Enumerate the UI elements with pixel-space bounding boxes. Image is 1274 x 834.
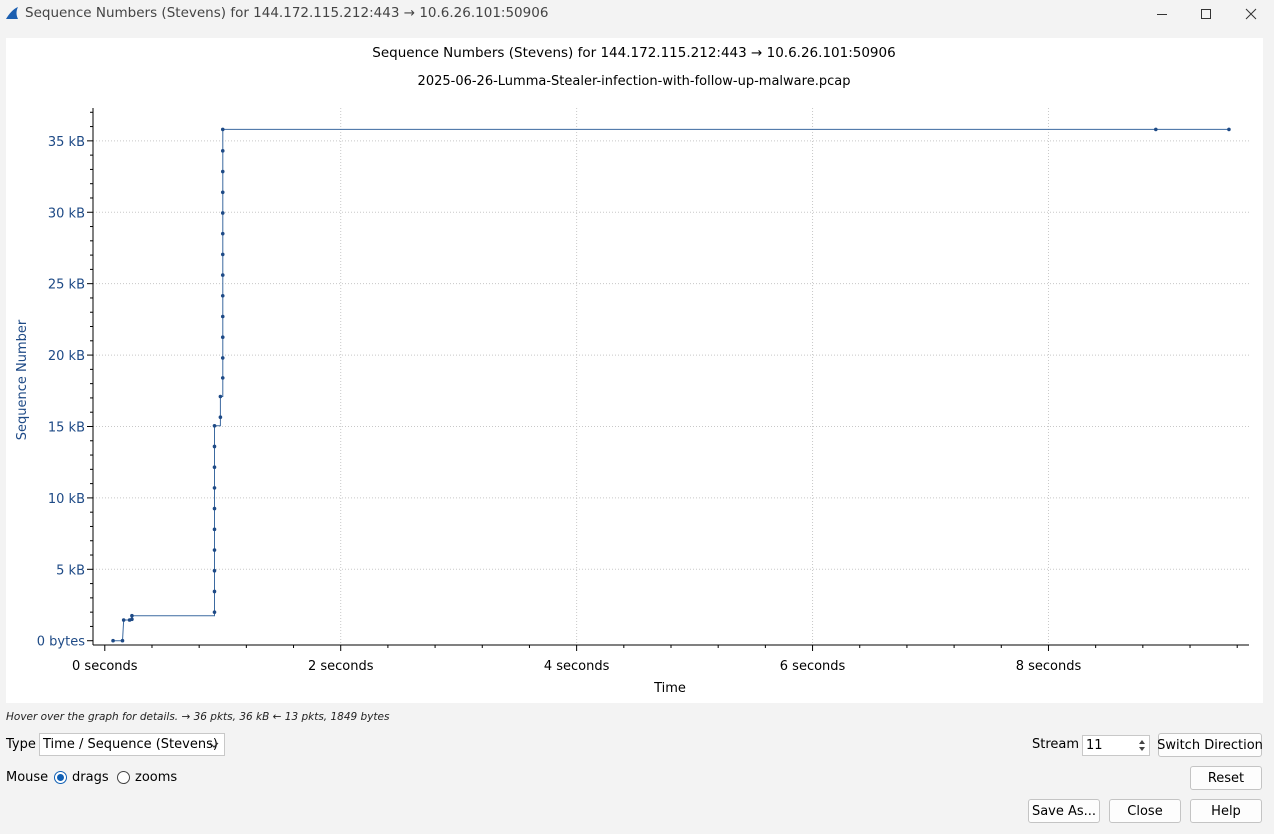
stream-label: Stream — [1032, 737, 1080, 752]
drags-radio[interactable] — [54, 771, 67, 784]
chevron-down-icon — [209, 742, 219, 748]
data-point — [220, 335, 225, 340]
graph-type-select[interactable]: Time / Sequence (Stevens) — [39, 733, 225, 756]
x-tick-label: 2 seconds — [308, 659, 374, 674]
close-window-button[interactable] — [1229, 0, 1273, 28]
data-point — [212, 423, 217, 428]
data-point — [220, 356, 225, 360]
data-point — [212, 527, 217, 532]
chart-subtitle: 2025-06-26-Lumma-Stealer-infection-with-… — [418, 74, 851, 89]
data-point — [212, 486, 217, 490]
data-point — [130, 617, 134, 622]
data-point — [212, 465, 217, 469]
graph-panel[interactable]: Sequence Numbers (Stevens) for 144.172.1… — [6, 38, 1263, 703]
stream-value: 11 — [1086, 738, 1103, 753]
data-point — [130, 613, 134, 618]
close-button[interactable]: Close — [1109, 799, 1181, 823]
reset-button[interactable]: Reset — [1190, 766, 1262, 790]
data-series — [111, 127, 1231, 643]
mouse-label: Mouse — [6, 770, 49, 785]
data-point — [212, 568, 217, 573]
data-point — [220, 190, 225, 195]
data-point — [212, 506, 217, 511]
save-as-button[interactable]: Save As... — [1028, 799, 1100, 823]
data-point — [120, 638, 125, 643]
graph-type-value: Time / Sequence (Stevens) — [43, 737, 218, 752]
x-tick-label: 8 seconds — [1016, 659, 1082, 674]
help-button[interactable]: Help — [1190, 799, 1262, 823]
data-point — [121, 618, 126, 622]
zooms-radio[interactable] — [117, 771, 130, 784]
zooms-label[interactable]: zooms — [135, 770, 177, 785]
spin-arrows-icon[interactable] — [1136, 737, 1148, 754]
drags-label[interactable]: drags — [72, 770, 109, 785]
y-tick-label: 20 kB — [48, 349, 85, 364]
data-point — [111, 638, 115, 643]
data-point — [220, 294, 225, 298]
chart-title: Sequence Numbers (Stevens) for 144.172.1… — [372, 45, 895, 61]
data-point — [220, 273, 225, 277]
x-tick-label: 4 seconds — [544, 659, 610, 674]
data-point — [220, 149, 225, 153]
maximize-button[interactable] — [1184, 0, 1228, 28]
data-point — [212, 610, 217, 614]
y-tick-label: 0 bytes — [37, 635, 85, 650]
data-point — [1227, 127, 1231, 132]
sequence-line — [113, 128, 1229, 642]
type-label: Type — [6, 737, 36, 752]
y-tick-label: 35 kB — [48, 135, 85, 150]
window-title: Sequence Numbers (Stevens) for 144.172.1… — [25, 5, 549, 21]
data-point — [220, 376, 225, 380]
sequence-number-graph[interactable]: Sequence Numbers (Stevens) for 144.172.1… — [6, 38, 1263, 703]
switch-direction-button[interactable]: Switch Direction — [1157, 733, 1263, 757]
minimize-button[interactable] — [1140, 0, 1184, 28]
data-point — [212, 548, 217, 552]
y-tick-label: 25 kB — [48, 278, 85, 293]
x-tick-label: 6 seconds — [780, 659, 846, 674]
data-point — [218, 415, 223, 420]
data-point — [220, 211, 225, 215]
y-tick-label: 15 kB — [48, 420, 85, 435]
data-point — [220, 127, 225, 132]
data-point — [212, 589, 217, 594]
close-icon — [1245, 8, 1257, 20]
maximize-icon — [1201, 9, 1211, 19]
data-point — [212, 444, 217, 449]
data-point — [220, 169, 225, 174]
minimize-icon — [1157, 14, 1167, 15]
stream-spinbox[interactable]: 11 — [1082, 735, 1150, 756]
data-point — [220, 231, 225, 236]
y-tick-label: 30 kB — [48, 206, 85, 221]
x-tick-label: 0 seconds — [72, 659, 138, 674]
wireshark-fin-icon — [6, 7, 18, 19]
title-bar: Sequence Numbers (Stevens) for 144.172.1… — [0, 0, 1274, 28]
y-tick-label: 10 kB — [48, 492, 85, 507]
axes: 0 seconds 2 seconds 4 seconds 6 seconds 8 se… — [37, 108, 1249, 674]
y-axis-label: Sequence Number — [15, 319, 30, 440]
data-point — [1154, 127, 1158, 132]
data-point — [220, 314, 225, 319]
grid-lines — [93, 108, 1249, 645]
hover-status-text: Hover over the graph for details. → 36 p… — [6, 711, 390, 723]
data-point — [218, 394, 223, 399]
data-point — [220, 252, 225, 257]
y-tick-label: 5 kB — [56, 563, 85, 578]
x-axis-label: Time — [653, 681, 686, 696]
